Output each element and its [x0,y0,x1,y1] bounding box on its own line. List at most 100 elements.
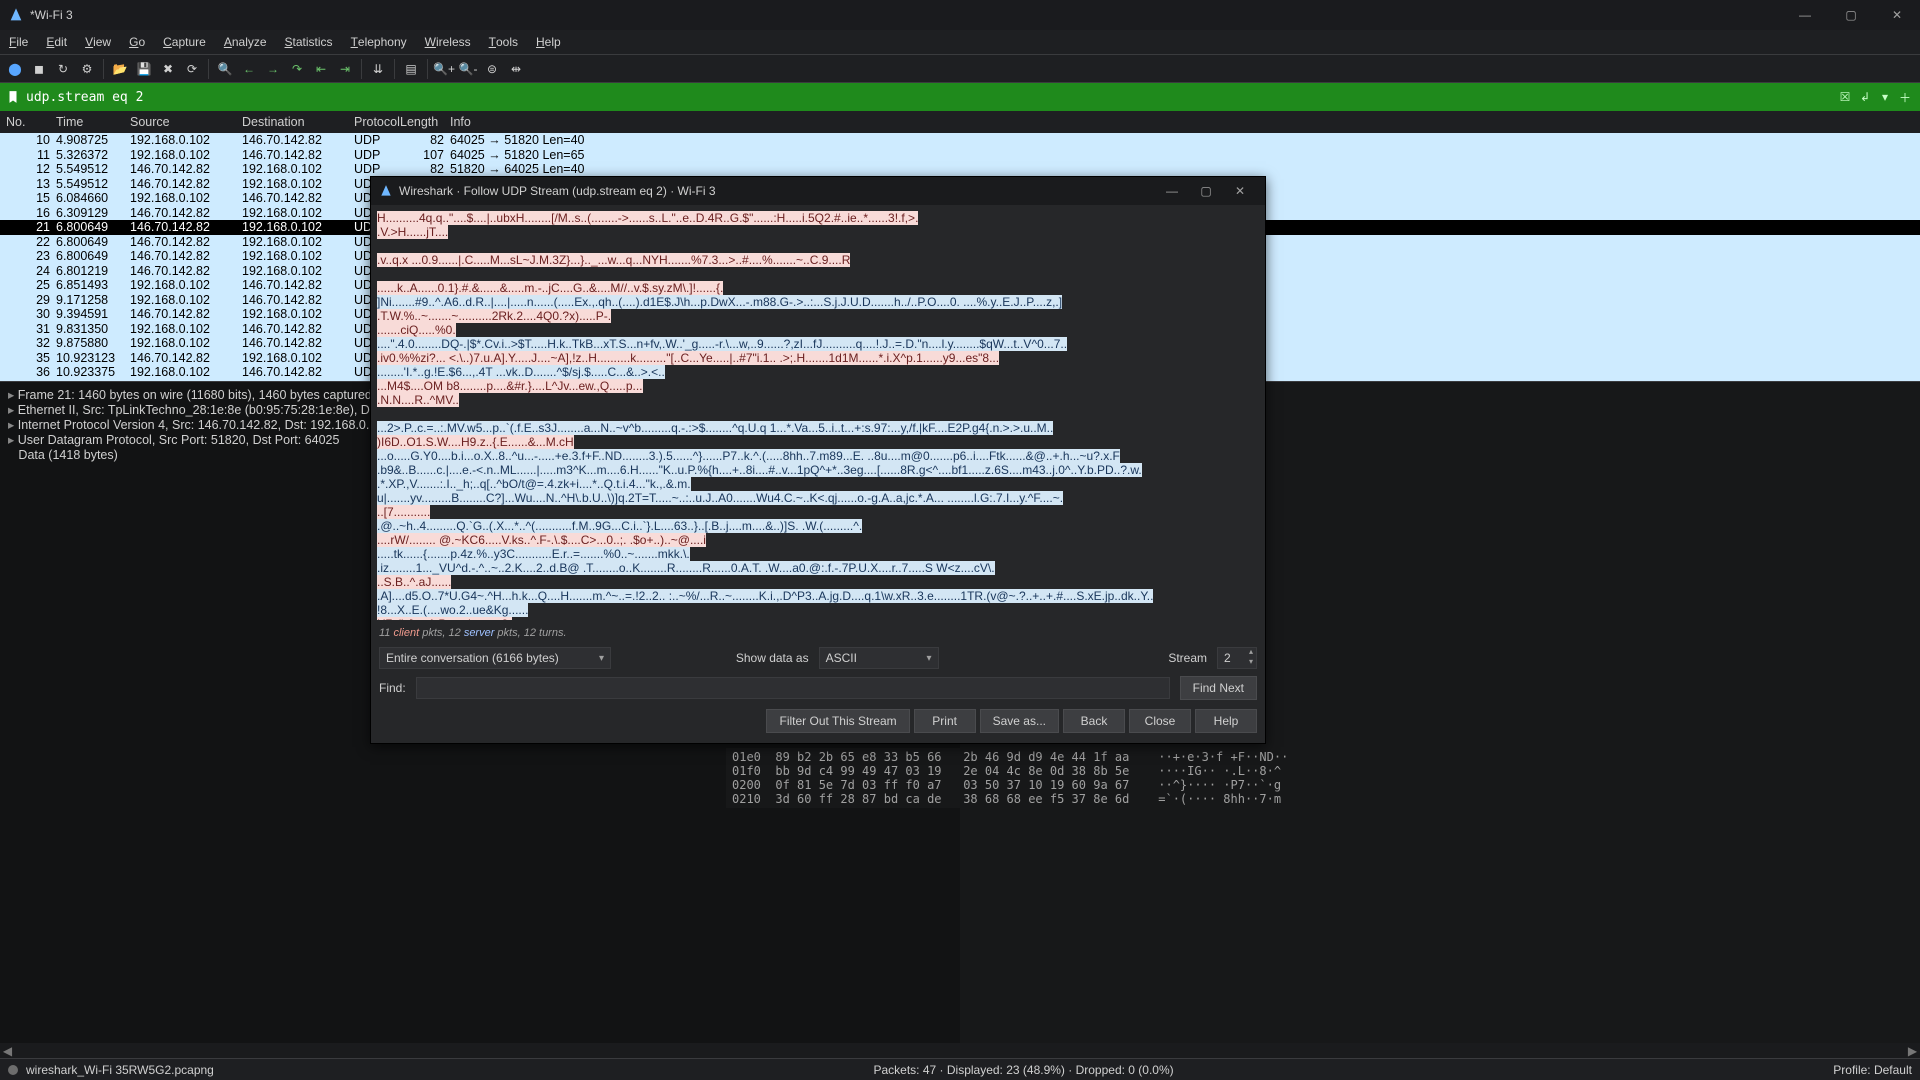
server-segment[interactable]: .....tk......{.......p.4z.%..y3C........… [377,547,690,561]
help-button[interactable]: Help [1195,709,1257,733]
filter-out-this-stream-button[interactable]: Filter Out This Stream [766,709,909,733]
dialog-titlebar[interactable]: Wireshark · Follow UDP Stream (udp.strea… [371,177,1265,205]
packet-row[interactable]: 125.549512146.70.142.82192.168.0.102UDP8… [0,162,1920,177]
zoom-in-button[interactable]: 🔍+ [433,58,455,80]
filter-add-icon[interactable]: ＋ [1896,88,1914,106]
reload-button[interactable]: ⟳ [181,58,203,80]
client-segment[interactable]: ....rW/........ @.~KC6.....V.ks..^.F-.\.… [377,533,706,547]
coloring-button[interactable]: ▤ [400,58,422,80]
dialog-maximize-button[interactable]: ▢ [1189,177,1223,205]
scroll-left-icon[interactable]: ◀ [0,1043,15,1058]
maximize-button[interactable]: ▢ [1828,0,1874,30]
server-segment[interactable]: .*.XP.,V.......:.I.._h;..q[..^bO/t@=.4.z… [377,477,691,491]
next-packet-button[interactable]: → [262,58,284,80]
dialog-close-button[interactable]: ✕ [1223,177,1257,205]
client-segment[interactable]: .......ciQ.....%0. [377,323,456,337]
conversation-combo[interactable]: Entire conversation (6166 bytes) [379,647,611,669]
server-segment[interactable]: !8...X..E.(....wo.2..ue&Kg...... [377,603,528,617]
menu-tools[interactable]: Tools [480,30,527,55]
profile-label[interactable]: Profile: Default [1833,1063,1912,1077]
prev-packet-button[interactable]: ← [238,58,260,80]
client-segment[interactable]: )I6D..O1.S.W....H9.z..{.E......&...M.cH [377,435,574,449]
capture-options-button[interactable]: ⚙ [76,58,98,80]
client-segment[interactable]: .V.>H......jT.... [377,225,448,239]
stream-number-spinner[interactable]: 2 [1217,647,1257,669]
last-packet-button[interactable]: ⇥ [334,58,356,80]
close-button[interactable]: ✕ [1874,0,1920,30]
stream-content-area[interactable]: H..........4q.q.."....$....|..ubxH......… [371,205,1265,626]
col-destination[interactable]: Destination [242,115,354,129]
find-packet-button[interactable]: 🔍 [214,58,236,80]
minimize-button[interactable]: — [1782,0,1828,30]
server-segment[interactable]: ]Ni.......#9..^.A6..d.R..|....|.....n...… [377,295,1062,309]
client-segment[interactable]: .T.W.%..~.......~..........2Rk.2....4Q0.… [377,309,611,323]
server-segment[interactable]: u|.......yv.........B........C?]...Wu...… [377,491,1063,505]
client-segment[interactable]: ...M4$....OM b8........p....&#r.}....L^J… [377,379,643,393]
save-as--button[interactable]: Save as... [980,709,1059,733]
restart-capture-button[interactable]: ↻ [52,58,74,80]
packet-row[interactable]: 104.908725192.168.0.102146.70.142.82UDP8… [0,133,1920,148]
client-segment[interactable]: .v..q.x ...0.9......|.C.....M...sL~J.M.3… [377,253,850,267]
client-segment[interactable]: H7.."..].v..1.P.......b........8. [377,617,512,620]
find-next-button[interactable]: Find Next [1180,676,1257,700]
filter-apply-icon[interactable]: ↲ [1856,88,1874,106]
col-length[interactable]: Length [400,115,450,129]
menu-file[interactable]: File [0,30,37,55]
menu-capture[interactable]: Capture [154,30,215,55]
client-segment[interactable]: .iv0.%%zi?... <.\..)7.u.A].Y.....J....~A… [377,351,999,365]
save-file-button[interactable]: 💾 [133,58,155,80]
col-time[interactable]: Time [56,115,130,129]
packet-list-header[interactable]: No. Time Source Destination Protocol Len… [0,111,1920,133]
server-segment[interactable]: .A]....d5.O..7*U.G4~.^H...h.k...Q....H..… [377,589,1153,603]
bookmark-icon[interactable] [6,90,20,104]
expert-info-icon[interactable] [8,1065,18,1075]
packet-row[interactable]: 115.326372192.168.0.102146.70.142.82UDP1… [0,148,1920,163]
menu-edit[interactable]: Edit [37,30,76,55]
open-file-button[interactable]: 📂 [109,58,131,80]
server-segment[interactable]: .b9&..B......c.|....e.-<.n..ML......|...… [377,463,1142,477]
server-segment[interactable]: ...o.....G.Y0....b.i...o.X..8..^u...-...… [377,449,1120,463]
zoom-out-button[interactable]: 🔍- [457,58,479,80]
zoom-reset-button[interactable]: ⊜ [481,58,503,80]
menu-analyze[interactable]: Analyze [215,30,276,55]
menu-help[interactable]: Help [527,30,570,55]
server-segment[interactable]: .iz........1..._VU^d.-.^..~..2.K....2..d… [377,561,995,575]
back-button[interactable]: Back [1063,709,1125,733]
server-segment[interactable]: ...2>.P..c.=..:.MV.w5...p..`(.f.E..s3J..… [377,421,1053,435]
menu-wireless[interactable]: Wireless [416,30,480,55]
filter-clear-icon[interactable]: ☒ [1836,88,1854,106]
col-no[interactable]: No. [6,115,56,129]
col-source[interactable]: Source [130,115,242,129]
capture-file-label[interactable]: wireshark_Wi-Fi 35RW5G2.pcapng [26,1063,214,1077]
col-info[interactable]: Info [450,115,1914,129]
menu-statistics[interactable]: Statistics [276,30,342,55]
client-segment[interactable]: ..S.B..^.aJ...... [377,575,451,589]
server-segment[interactable]: .@..~h..4.........Q.`G..(.X...*..^(.....… [377,519,862,533]
display-filter-input[interactable] [26,90,1830,105]
print-button[interactable]: Print [914,709,976,733]
menu-view[interactable]: View [76,30,120,55]
client-segment[interactable]: H..........4q.q.."....$....|..ubxH......… [377,211,918,225]
client-segment[interactable]: ..[7........... [377,505,430,519]
col-protocol[interactable]: Protocol [354,115,400,129]
menu-telephony[interactable]: Telephony [342,30,416,55]
server-segment[interactable]: ....".4.0........DQ-.|$*.Cv.i..>$T.....H… [377,337,1067,351]
goto-packet-button[interactable]: ↷ [286,58,308,80]
first-packet-button[interactable]: ⇤ [310,58,332,80]
filter-history-icon[interactable]: ▾ [1876,88,1894,106]
scroll-right-icon[interactable]: ▶ [1905,1043,1920,1058]
close-button[interactable]: Close [1129,709,1191,733]
start-capture-button[interactable]: ⬤ [4,58,26,80]
horizontal-scrollbar[interactable]: ◀ ▶ [0,1043,1920,1058]
client-segment[interactable]: ......k..A......0.1}.#.&......&.....m.-.… [377,281,723,295]
auto-scroll-button[interactable]: ⇊ [367,58,389,80]
show-data-as-combo[interactable]: ASCII [819,647,939,669]
client-segment[interactable]: .N.N....R..^MV.. [377,393,459,407]
dialog-minimize-button[interactable]: — [1155,177,1189,205]
stop-capture-button[interactable]: ◼ [28,58,50,80]
server-segment[interactable]: ........'I.*..g.!E.$6...,.4T ...vk..D...… [377,365,665,379]
menu-go[interactable]: Go [120,30,154,55]
find-input[interactable] [416,677,1170,699]
close-file-button[interactable]: ✖ [157,58,179,80]
resize-columns-button[interactable]: ⇹ [505,58,527,80]
